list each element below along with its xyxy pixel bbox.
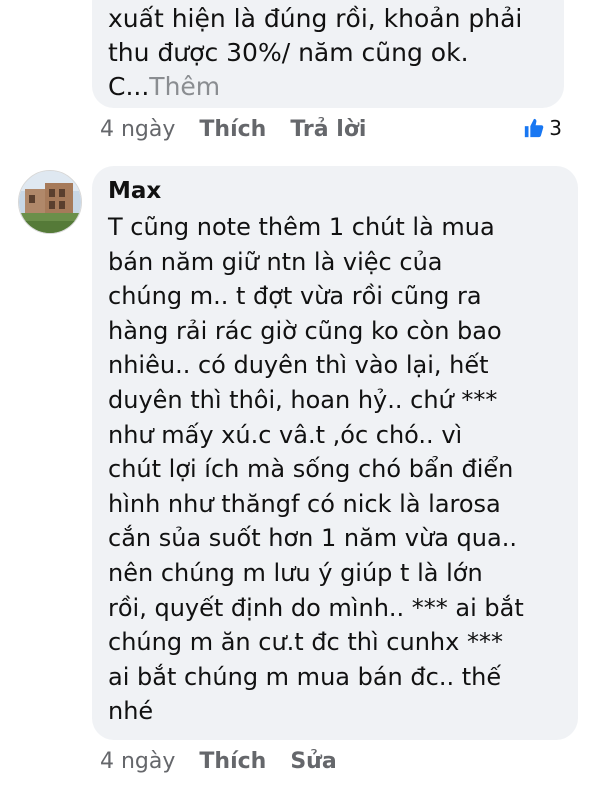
comment-timestamp[interactable]: 4 ngày	[100, 117, 175, 142]
thumbs-up-icon	[525, 118, 544, 138]
reaction-summary[interactable]: 3	[523, 116, 562, 140]
comment-bubble: xuất hiện là đúng rồi, khoản phải thu đư…	[92, 0, 564, 108]
comment-actions: 4 ngày Thích Sửa	[100, 746, 361, 776]
comment-thread: xuất hiện là đúng rồi, khoản phải thu đư…	[0, 0, 600, 800]
avatar-image	[19, 171, 81, 233]
comment-timestamp[interactable]: 4 ngày	[100, 749, 175, 774]
avatar[interactable]	[18, 170, 82, 234]
edit-button[interactable]: Sửa	[290, 749, 336, 774]
comment-actions: 4 ngày Thích Trả lời	[100, 114, 390, 144]
reply-button[interactable]: Trả lời	[290, 117, 366, 142]
comment-author[interactable]: Max	[108, 178, 161, 204]
comment-text: T cũng note thêm 1 chút là mua bán năm g…	[108, 213, 524, 726]
comment-bubble: Max T cũng note thêm 1 chút là mua bán n…	[92, 166, 578, 740]
comment-text: xuất hiện là đúng rồi, khoản phải thu đư…	[108, 2, 556, 104]
see-more-link[interactable]: Thêm	[149, 72, 220, 101]
reaction-count: 3	[549, 116, 562, 140]
like-button[interactable]: Thích	[199, 749, 266, 774]
like-button[interactable]: Thích	[199, 117, 266, 142]
